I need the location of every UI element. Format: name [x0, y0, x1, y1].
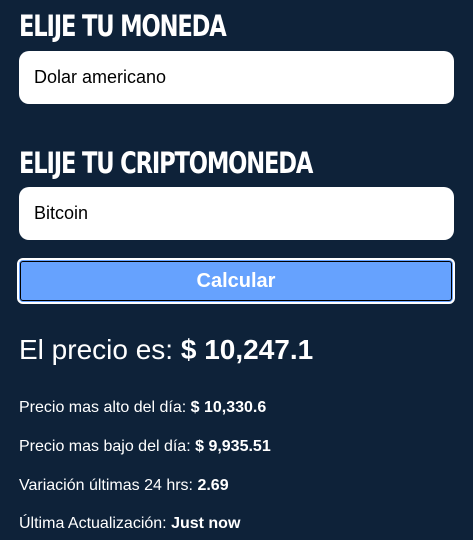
low-price-value: $ 9,935.51 — [195, 438, 271, 455]
crypto-select-value: Bitcoin — [34, 203, 89, 223]
currency-select-value: Dolar americano — [34, 67, 167, 87]
change-24h-line: Variación últimas 24 hrs: 2.69 — [19, 476, 229, 496]
high-price-label: Precio mas alto del día: — [19, 399, 191, 416]
calculate-button[interactable]: Calcular — [17, 258, 455, 304]
last-update-label: Última Actualización: — [19, 515, 172, 532]
currency-heading: Elije tu Moneda — [19, 9, 227, 43]
price-label: El precio es: — [19, 334, 181, 365]
last-update-value: Just now — [171, 515, 241, 532]
price-result: El precio es: $ 10,247.1 — [19, 332, 313, 368]
crypto-heading: Elije tu Criptomoneda — [19, 146, 313, 180]
high-price-value: $ 10,330.6 — [190, 399, 267, 416]
change-24h-label: Variación últimas 24 hrs: — [19, 477, 198, 494]
change-24h-value: 2.69 — [197, 477, 229, 494]
crypto-select[interactable]: Bitcoin — [19, 187, 454, 240]
price-value: $ 10,247.1 — [180, 334, 314, 365]
low-price-label: Precio mas bajo del día: — [19, 438, 196, 455]
last-update-line: Última Actualización: Just now — [19, 514, 240, 534]
high-price-line: Precio mas alto del día: $ 10,330.6 — [19, 398, 266, 418]
low-price-line: Precio mas bajo del día: $ 9,935.51 — [19, 437, 271, 457]
currency-select[interactable]: Dolar americano — [19, 51, 454, 104]
